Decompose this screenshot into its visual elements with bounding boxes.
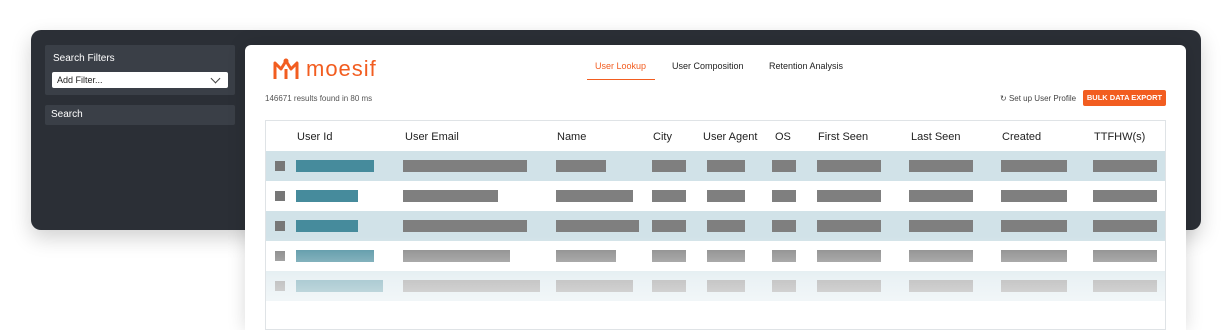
user-id-link[interactable]	[296, 250, 374, 262]
first-seen-cell	[817, 190, 881, 202]
last-seen-cell	[909, 280, 973, 292]
last-seen-cell	[909, 190, 973, 202]
created-cell	[1001, 250, 1067, 262]
created-cell	[1001, 280, 1067, 292]
search-button[interactable]: Search	[45, 105, 235, 125]
table-row[interactable]	[266, 241, 1165, 271]
moesif-logo-icon	[273, 58, 299, 79]
user-email-cell	[403, 220, 527, 232]
column-header-user-email[interactable]: User Email	[405, 131, 459, 143]
name-cell	[556, 280, 633, 292]
tab-retention-analysis[interactable]: Retention Analysis	[769, 61, 843, 71]
user-agent-cell	[707, 160, 745, 172]
active-tab-indicator	[587, 79, 655, 80]
name-cell	[556, 250, 616, 262]
os-cell	[772, 190, 796, 202]
column-header-user-agent[interactable]: User Agent	[703, 131, 757, 143]
created-cell	[1001, 190, 1067, 202]
ttfhw-cell	[1093, 280, 1157, 292]
user-email-cell	[403, 280, 540, 292]
first-seen-cell	[817, 160, 881, 172]
last-seen-cell	[909, 250, 973, 262]
last-seen-cell	[909, 160, 973, 172]
table-row[interactable]	[266, 211, 1165, 241]
created-cell	[1001, 220, 1067, 232]
search-filters-panel: Search Filters Add Filter...	[45, 45, 235, 95]
search-filters-title: Search Filters	[53, 53, 115, 64]
user-id-link[interactable]	[296, 220, 358, 232]
created-cell	[1001, 160, 1067, 172]
row-checkbox[interactable]	[275, 281, 285, 291]
row-checkbox[interactable]	[275, 161, 285, 171]
bulk-data-export-button[interactable]: BULK DATA EXPORT	[1083, 90, 1166, 106]
name-cell	[556, 220, 639, 232]
first-seen-cell	[817, 220, 881, 232]
city-cell	[652, 220, 686, 232]
city-cell	[652, 160, 686, 172]
city-cell	[652, 190, 686, 202]
row-checkbox[interactable]	[275, 221, 285, 231]
users-table: User Id User Email Name City User Agent …	[265, 120, 1166, 330]
user-id-link[interactable]	[296, 190, 358, 202]
column-header-user-id[interactable]: User Id	[297, 131, 332, 143]
user-agent-cell	[707, 190, 745, 202]
user-id-link[interactable]	[296, 160, 374, 172]
os-cell	[772, 220, 796, 232]
table-row[interactable]	[266, 271, 1165, 301]
city-cell	[652, 280, 686, 292]
column-header-city[interactable]: City	[653, 131, 672, 143]
tab-user-lookup[interactable]: User Lookup	[595, 61, 646, 71]
os-cell	[772, 280, 796, 292]
table-row[interactable]	[266, 151, 1165, 181]
user-agent-cell	[707, 250, 745, 262]
ttfhw-cell	[1093, 160, 1157, 172]
user-email-cell	[403, 190, 498, 202]
ttfhw-cell	[1093, 190, 1157, 202]
name-cell	[556, 160, 606, 172]
refresh-icon: ↻	[1000, 94, 1007, 103]
os-cell	[772, 160, 796, 172]
city-cell	[652, 250, 686, 262]
column-header-created[interactable]: Created	[1002, 131, 1041, 143]
add-filter-select[interactable]: Add Filter...	[52, 72, 228, 88]
table-row[interactable]	[266, 181, 1165, 211]
first-seen-cell	[817, 280, 881, 292]
ttfhw-cell	[1093, 250, 1157, 262]
column-header-first-seen[interactable]: First Seen	[818, 131, 868, 143]
last-seen-cell	[909, 220, 973, 232]
row-checkbox[interactable]	[275, 191, 285, 201]
user-agent-cell	[707, 280, 745, 292]
user-agent-cell	[707, 220, 745, 232]
column-header-os[interactable]: OS	[775, 131, 791, 143]
brand-name: moesif	[306, 56, 377, 81]
setup-user-profile-label: Set up User Profile	[1008, 94, 1077, 103]
user-email-cell	[403, 160, 527, 172]
column-header-last-seen[interactable]: Last Seen	[911, 131, 961, 143]
ttfhw-cell	[1093, 220, 1157, 232]
tab-user-composition[interactable]: User Composition	[672, 61, 744, 71]
name-cell	[556, 190, 633, 202]
column-header-ttfhw[interactable]: TTFHW(s)	[1094, 131, 1145, 143]
chevron-down-icon	[210, 73, 221, 84]
add-filter-value: Add Filter...	[57, 75, 103, 85]
row-checkbox[interactable]	[275, 251, 285, 261]
first-seen-cell	[817, 250, 881, 262]
user-email-cell	[403, 250, 510, 262]
setup-user-profile-link[interactable]: ↻ Set up User Profile	[1000, 94, 1076, 103]
os-cell	[772, 250, 796, 262]
column-header-name[interactable]: Name	[557, 131, 586, 143]
user-id-link[interactable]	[296, 280, 383, 292]
main-card: moesif User Lookup User Composition Rete…	[245, 45, 1186, 330]
results-count: 146671 results found in 80 ms	[265, 94, 373, 103]
